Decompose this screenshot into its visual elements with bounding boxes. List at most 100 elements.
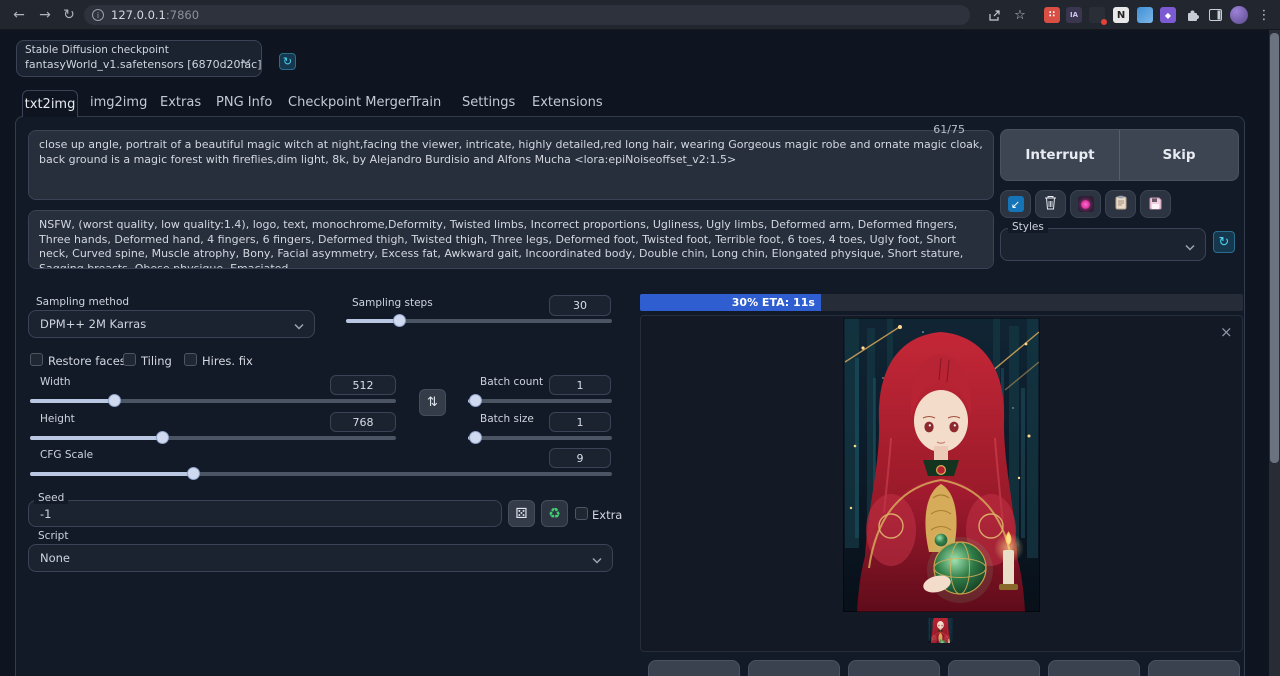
paste-generation-params-button[interactable]: ↙ — [1000, 190, 1031, 218]
sampling-steps-value[interactable]: 30 — [549, 295, 611, 316]
gallery-action-button[interactable] — [848, 660, 940, 676]
sampling-method-label: Sampling method — [36, 296, 129, 308]
gallery-action-button[interactable] — [748, 660, 840, 676]
paste-arrow-icon: ↙ — [1008, 196, 1024, 212]
batch-count-value[interactable]: 1 — [549, 375, 611, 395]
sampling-method-dropdown[interactable]: DPM++ 2M Karras — [28, 310, 315, 338]
chevron-down-icon — [592, 549, 602, 568]
extension-icon-dark-badged[interactable] — [1089, 7, 1105, 23]
reuse-seed-button[interactable]: ♻ — [541, 500, 568, 527]
generate-controls: Interrupt Skip — [1000, 129, 1239, 181]
extensions-puzzle-icon[interactable] — [1184, 7, 1200, 23]
clipboard-icon — [1115, 195, 1127, 214]
close-preview-icon[interactable]: × — [1220, 323, 1233, 341]
sampling-method-value: DPM++ 2M Karras — [40, 317, 146, 331]
gallery-action-button[interactable] — [948, 660, 1040, 676]
checkpoint-dropdown[interactable]: Stable Diffusion checkpoint fantasyWorld… — [16, 40, 262, 77]
save-floppy-icon — [1149, 195, 1162, 214]
progress-text: 30% ETA: 11s — [732, 296, 815, 309]
chevron-down-icon — [241, 49, 251, 68]
progress-bar: 30% ETA: 11s — [640, 294, 1243, 311]
tab-settings[interactable]: Settings — [462, 95, 515, 110]
prompt-input[interactable] — [28, 130, 994, 200]
interrupt-button[interactable]: Interrupt — [1001, 130, 1120, 180]
chevron-down-icon — [1185, 235, 1195, 254]
batch-size-slider[interactable] — [468, 431, 612, 445]
tab-img2img[interactable]: img2img — [90, 95, 147, 110]
sampling-steps-slider[interactable] — [346, 314, 612, 328]
tab-checkpoint-merger[interactable]: Checkpoint Merger — [288, 95, 411, 110]
share-icon[interactable] — [986, 7, 1002, 23]
width-slider[interactable] — [30, 394, 396, 408]
seed-extra-checkbox[interactable] — [575, 507, 588, 520]
width-label: Width — [40, 376, 71, 388]
swap-dimensions-button[interactable]: ⇅ — [419, 389, 446, 416]
gallery-action-button[interactable] — [1048, 660, 1140, 676]
token-counter: 61/75 — [905, 123, 965, 136]
checkpoint-value: fantasyWorld_v1.safetensors [6870d20fac] — [25, 58, 262, 71]
tab-txt2img[interactable]: txt2img — [22, 90, 78, 117]
tab-extensions[interactable]: Extensions — [532, 95, 603, 110]
width-value[interactable]: 512 — [330, 375, 396, 395]
script-dropdown[interactable]: None — [28, 544, 613, 572]
clear-prompt-button[interactable] — [1035, 190, 1066, 218]
skip-button[interactable]: Skip — [1120, 130, 1238, 180]
extension-icon-notion[interactable]: N — [1113, 7, 1129, 23]
live-preview-image — [843, 318, 1040, 612]
batch-size-label: Batch size — [480, 413, 534, 425]
forward-icon[interactable]: → — [34, 4, 56, 26]
height-value[interactable]: 768 — [330, 412, 396, 432]
site-info-icon[interactable]: i — [92, 9, 104, 21]
trash-icon — [1044, 195, 1057, 214]
random-seed-button[interactable]: ⚄ — [508, 500, 535, 527]
tab-label: txt2img — [25, 97, 76, 112]
hires-fix-checkbox[interactable] — [184, 353, 197, 366]
profile-avatar[interactable] — [1230, 6, 1248, 24]
cfg-scale-slider[interactable] — [30, 467, 612, 481]
script-label: Script — [34, 530, 72, 542]
back-icon[interactable]: ← — [8, 4, 30, 26]
batch-size-value[interactable]: 1 — [549, 412, 611, 432]
reload-icon[interactable]: ↻ — [58, 4, 80, 26]
cfg-scale-value[interactable]: 9 — [549, 448, 611, 468]
tiling-label: Tiling — [141, 354, 172, 368]
restore-faces-checkbox[interactable] — [30, 353, 43, 366]
extension-icon-red[interactable]: ∷ — [1044, 7, 1060, 23]
checkpoint-refresh-button[interactable]: ↻ — [279, 53, 296, 70]
gallery-action-button[interactable] — [648, 660, 740, 676]
apply-styles-button[interactable] — [1105, 190, 1136, 218]
extra-networks-button[interactable] — [1070, 190, 1101, 218]
seed-input[interactable]: -1 — [28, 500, 502, 527]
height-label: Height — [40, 413, 75, 425]
extension-icon-ia[interactable]: IA — [1066, 7, 1082, 23]
swap-icon: ⇅ — [427, 395, 438, 410]
browser-menu-icon[interactable]: ⋮ — [1256, 7, 1272, 23]
gallery-action-button[interactable] — [1148, 660, 1240, 676]
tab-train[interactable]: Train — [410, 95, 441, 110]
batch-count-slider[interactable] — [468, 394, 612, 408]
dice-icon: ⚄ — [515, 506, 527, 522]
extension-icon-purple[interactable]: ◆ — [1160, 7, 1176, 23]
chevron-down-icon — [294, 315, 304, 334]
notification-badge — [1101, 19, 1107, 25]
screen: ← → ↻ i 127.0.0.1:7860 ☆ ∷ IA N ◆ ⋮ Stab… — [0, 0, 1280, 676]
batch-count-label: Batch count — [480, 376, 543, 388]
url-host: 127.0.0.1 — [111, 8, 166, 22]
bookmark-star-icon[interactable]: ☆ — [1012, 7, 1028, 23]
save-style-button[interactable] — [1140, 190, 1171, 218]
cfg-scale-label: CFG Scale — [40, 449, 93, 461]
gallery-thumbnail[interactable] — [928, 618, 953, 643]
extension-icon-blue[interactable] — [1137, 7, 1153, 23]
negative-prompt-input[interactable] — [28, 210, 994, 269]
height-slider[interactable] — [30, 431, 396, 445]
restore-faces-label: Restore faces — [48, 354, 126, 368]
tiling-checkbox[interactable] — [123, 353, 136, 366]
sidebar-toggle-icon[interactable] — [1207, 7, 1223, 23]
tab-png-info[interactable]: PNG Info — [216, 95, 272, 110]
sampling-steps-label: Sampling steps — [352, 297, 433, 309]
styles-refresh-button[interactable]: ↻ — [1213, 231, 1235, 253]
scrollbar-thumb[interactable] — [1270, 33, 1279, 463]
address-bar[interactable]: i 127.0.0.1:7860 — [84, 5, 970, 25]
tab-extras[interactable]: Extras — [160, 95, 201, 110]
styles-label: Styles — [1008, 221, 1048, 233]
